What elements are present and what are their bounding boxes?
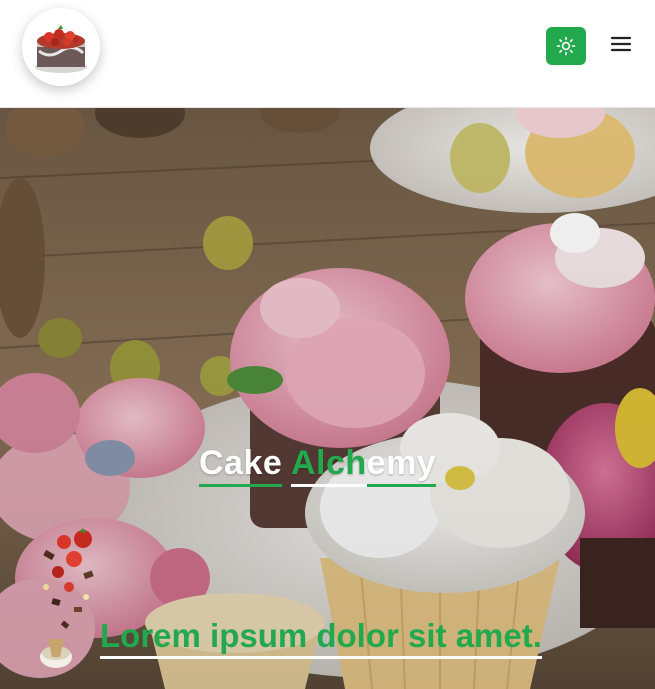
falling-strawberries-icon [40, 528, 94, 668]
hero-title-word-1: Cake [199, 444, 283, 487]
site-header [0, 0, 655, 108]
cake-logo-icon [35, 25, 87, 73]
hamburger-menu-icon [610, 36, 632, 52]
hero-title-word-2: Alch [290, 444, 367, 487]
hero-title: Cake Alchemy [199, 444, 437, 487]
cake-logo[interactable] [22, 8, 100, 86]
menu-button[interactable] [606, 30, 636, 58]
sun-icon [556, 36, 576, 56]
hero-section: Cake Alchemy Lorem ipsum dolor sit amet. [0, 108, 655, 689]
hero-title-word-3: emy [366, 444, 437, 487]
theme-toggle-button[interactable] [546, 27, 586, 65]
hero-subtitle: Lorem ipsum dolor sit amet. [100, 619, 542, 659]
